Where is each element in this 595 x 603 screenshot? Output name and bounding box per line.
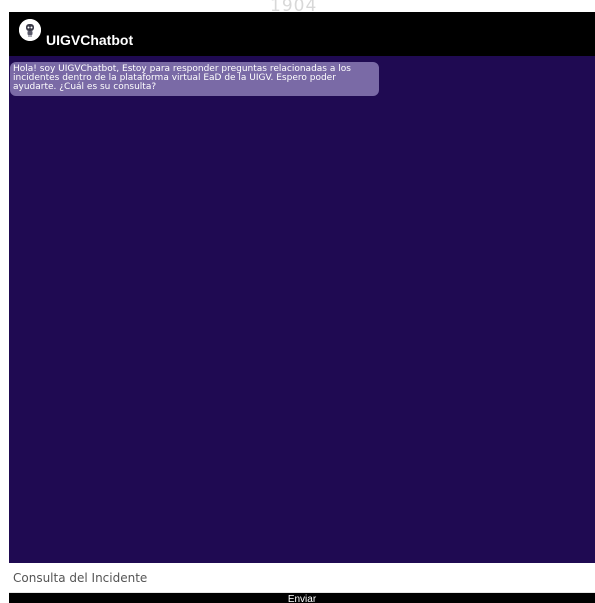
message-list[interactable]: Hola! soy UIGVChatbot, Estoy para respon… [9,56,595,563]
robot-icon [19,19,41,41]
page: 1904 UIGVChatbot Hola! soy UIGVChatbot, … [0,0,595,603]
bot-message-bubble: Hola! soy UIGVChatbot, Estoy para respon… [10,62,379,96]
chat-window: UIGVChatbot Hola! soy UIGVChatbot, Estoy… [9,12,595,603]
chatbot-title: UIGVChatbot [46,32,134,48]
input-bar [9,563,595,593]
send-button[interactable]: Enviar [9,593,595,603]
incident-query-input[interactable] [9,563,595,592]
chat-header: UIGVChatbot [9,12,595,56]
